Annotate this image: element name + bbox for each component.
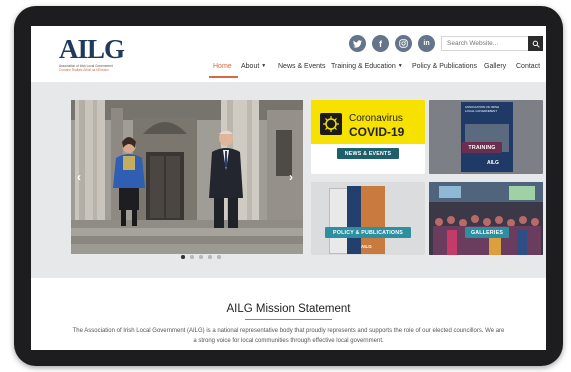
search-button[interactable]	[528, 36, 543, 51]
nav-training-education-label: Training & Education	[331, 63, 396, 70]
nav-home[interactable]: Home	[213, 63, 232, 70]
slider-dot-2[interactable]	[190, 255, 194, 259]
website-screen: AILG Association of Irish Local Governme…	[31, 26, 546, 350]
news-events-button[interactable]: NEWS & EVENTS	[337, 148, 399, 159]
device-frame: AILG Association of Irish Local Governme…	[14, 6, 563, 366]
nav-about[interactable]: About ▼	[241, 63, 266, 70]
training-button[interactable]: TRAINING	[462, 142, 502, 153]
slider-dot-4[interactable]	[208, 255, 212, 259]
covid-title-line1: Coronavirus	[349, 113, 403, 124]
galleries-photo	[429, 182, 543, 255]
nav-active-underline	[209, 76, 238, 78]
nav-policy-publications-label: Policy & Publications	[412, 63, 477, 70]
policy-publications-button[interactable]: POLICY & PUBLICATIONS	[325, 227, 411, 238]
site-header: AILG Association of Irish Local Governme…	[31, 26, 546, 78]
nav-training-education[interactable]: Training & Education ▼	[331, 63, 403, 70]
mission-section: AILG Mission Statement The Association o…	[31, 278, 546, 350]
nav-policy-publications[interactable]: Policy & Publications	[412, 63, 477, 70]
nav-contact-label: Contact	[516, 63, 541, 70]
twitter-icon[interactable]	[349, 35, 366, 52]
search-input[interactable]	[442, 37, 533, 50]
chevron-down-icon: ▼	[397, 63, 403, 69]
search-icon	[532, 40, 540, 48]
mission-title: AILG Mission Statement	[226, 303, 351, 315]
training-brochure-text: ASSOCIATION OF IRISH LOCAL GOVERNMENT	[465, 105, 500, 113]
nav-home-label: Home	[213, 63, 232, 70]
main-nav: Home About ▼ News & Events Training & Edu…	[31, 60, 546, 78]
linkedin-glyph: in	[423, 40, 430, 47]
hero-section: ‹ › Coronavirus COVID-19 NEWS & EVENTS A…	[31, 82, 546, 278]
facebook-glyph: f	[379, 38, 382, 49]
virus-icon	[320, 113, 342, 135]
slider-dot-3[interactable]	[199, 255, 203, 259]
chevron-down-icon: ▼	[261, 63, 267, 69]
galleries-tile[interactable]: GALLERIES	[429, 182, 543, 255]
slider-prev-arrow[interactable]: ‹	[77, 170, 81, 184]
covid-title-line2: COVID-19	[349, 125, 405, 139]
policy-doc-front: AILG	[347, 186, 385, 254]
slider-dot-1[interactable]	[181, 255, 185, 259]
search-box	[441, 36, 543, 51]
policy-doc-logo: AILG	[361, 244, 372, 249]
slider-next-arrow[interactable]: ›	[289, 170, 293, 184]
nav-contact[interactable]: Contact	[516, 63, 540, 70]
slide-photo	[71, 100, 303, 254]
training-brochure-logo: AILG	[487, 160, 499, 166]
linkedin-icon[interactable]: in	[418, 35, 435, 52]
covid-tile[interactable]: Coronavirus COVID-19 NEWS & EVENTS	[311, 100, 425, 174]
nav-news-events-label: News & Events	[278, 63, 326, 70]
nav-gallery[interactable]: Gallery	[484, 63, 506, 70]
galleries-button[interactable]: GALLERIES	[465, 227, 509, 238]
training-tile[interactable]: ASSOCIATION OF IRISH LOCAL GOVERNMENT AI…	[429, 100, 543, 174]
mission-title-underline	[245, 319, 332, 320]
nav-about-label: About	[241, 63, 260, 70]
facebook-icon[interactable]: f	[372, 35, 389, 52]
slider-dot-5[interactable]	[217, 255, 221, 259]
image-slider[interactable]: ‹ ›	[71, 100, 303, 254]
nav-gallery-label: Gallery	[484, 63, 507, 70]
policy-tile[interactable]: AILG POLICY & PUBLICATIONS	[311, 182, 425, 255]
instagram-icon[interactable]	[395, 35, 412, 52]
nav-news-events[interactable]: News & Events	[278, 63, 325, 70]
training-brochure: ASSOCIATION OF IRISH LOCAL GOVERNMENT AI…	[461, 102, 513, 172]
mission-text: The Association of Irish Local Governmen…	[72, 328, 505, 344]
